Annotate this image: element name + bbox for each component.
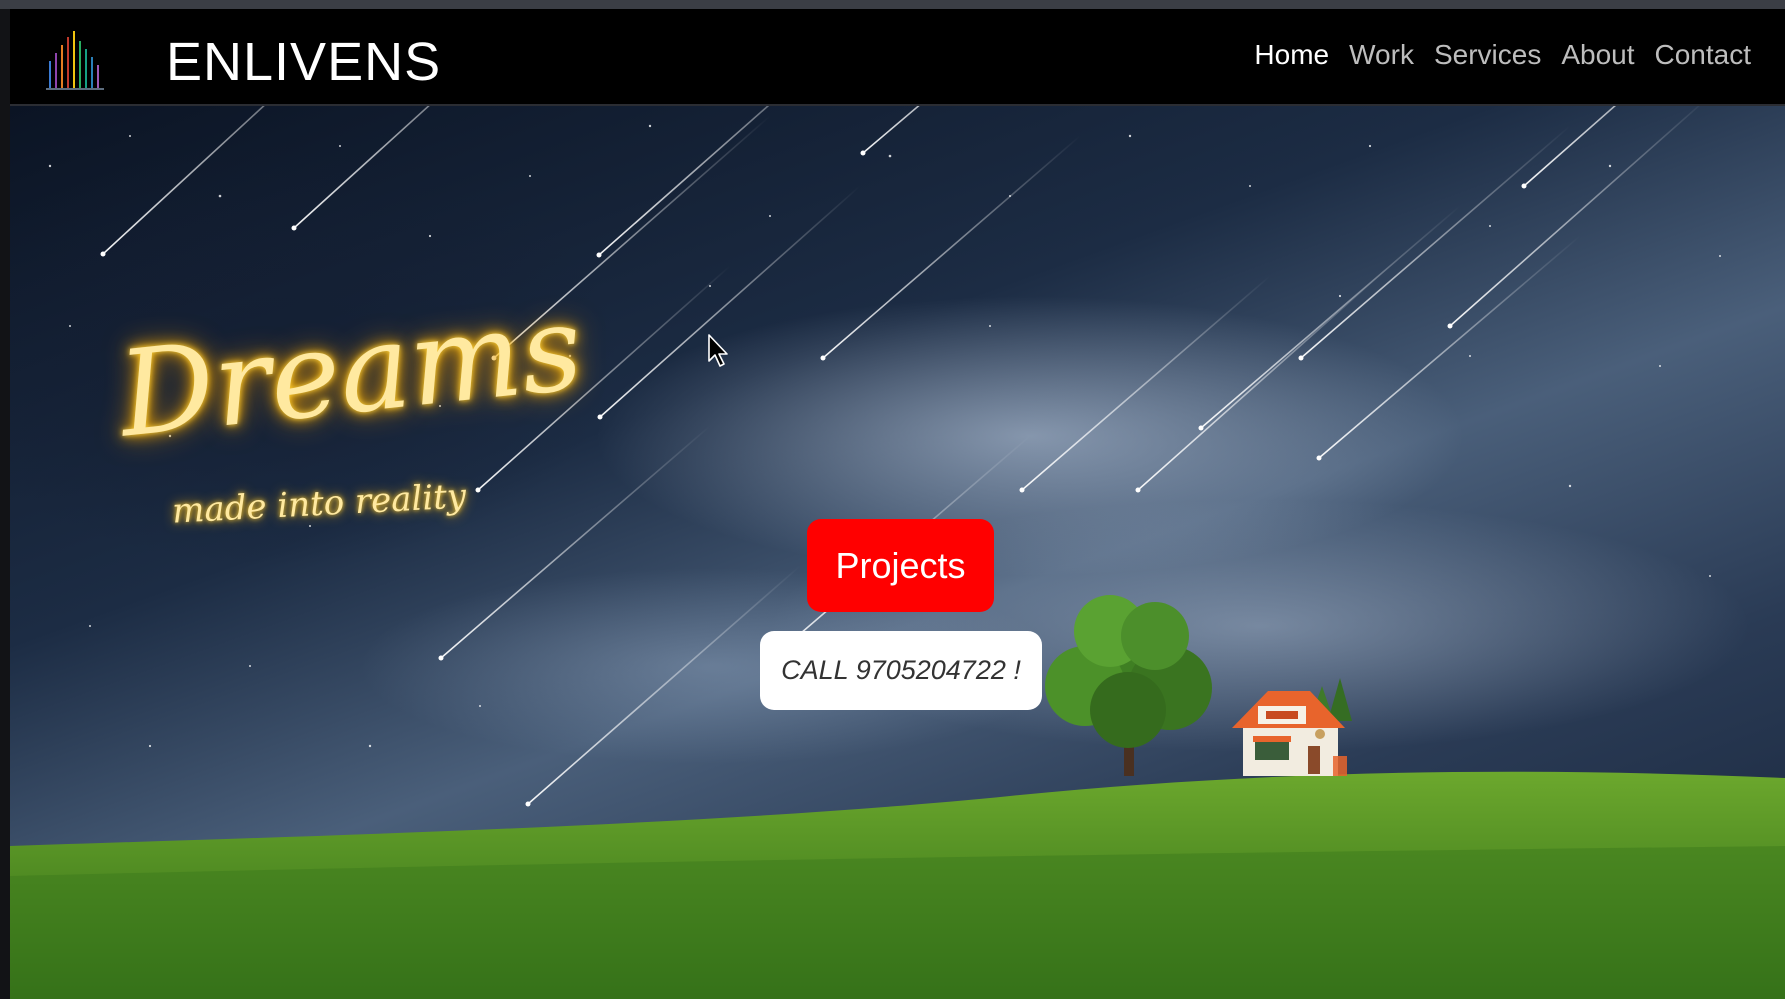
main-nav: Home Work Services About Contact (1254, 39, 1751, 71)
neon-subtitle: made into reality (171, 476, 468, 532)
tree-illustration (1045, 595, 1212, 776)
brand-name[interactable]: ENLIVENS (166, 31, 441, 93)
window-top-strip (0, 0, 1785, 9)
window-left-edge (0, 9, 10, 999)
nav-services[interactable]: Services (1434, 39, 1541, 71)
call-button[interactable]: CALL 9705204722 ! (760, 631, 1042, 710)
mouse-cursor-icon (708, 334, 728, 367)
projects-button[interactable]: Projects (807, 519, 994, 612)
nav-about[interactable]: About (1561, 39, 1634, 71)
nav-home[interactable]: Home (1254, 39, 1329, 71)
navbar: ENLIVENS Home Work Services About Contac… (10, 9, 1785, 106)
nav-work[interactable]: Work (1349, 39, 1414, 71)
nav-contact[interactable]: Contact (1655, 39, 1752, 71)
logo-icon[interactable] (40, 27, 110, 93)
hero-section: Dreams made into reality Projects CALL 9… (10, 106, 1785, 999)
house-illustration (1232, 691, 1347, 776)
dreams-neon-sign: Dreams made into reality (113, 278, 589, 546)
